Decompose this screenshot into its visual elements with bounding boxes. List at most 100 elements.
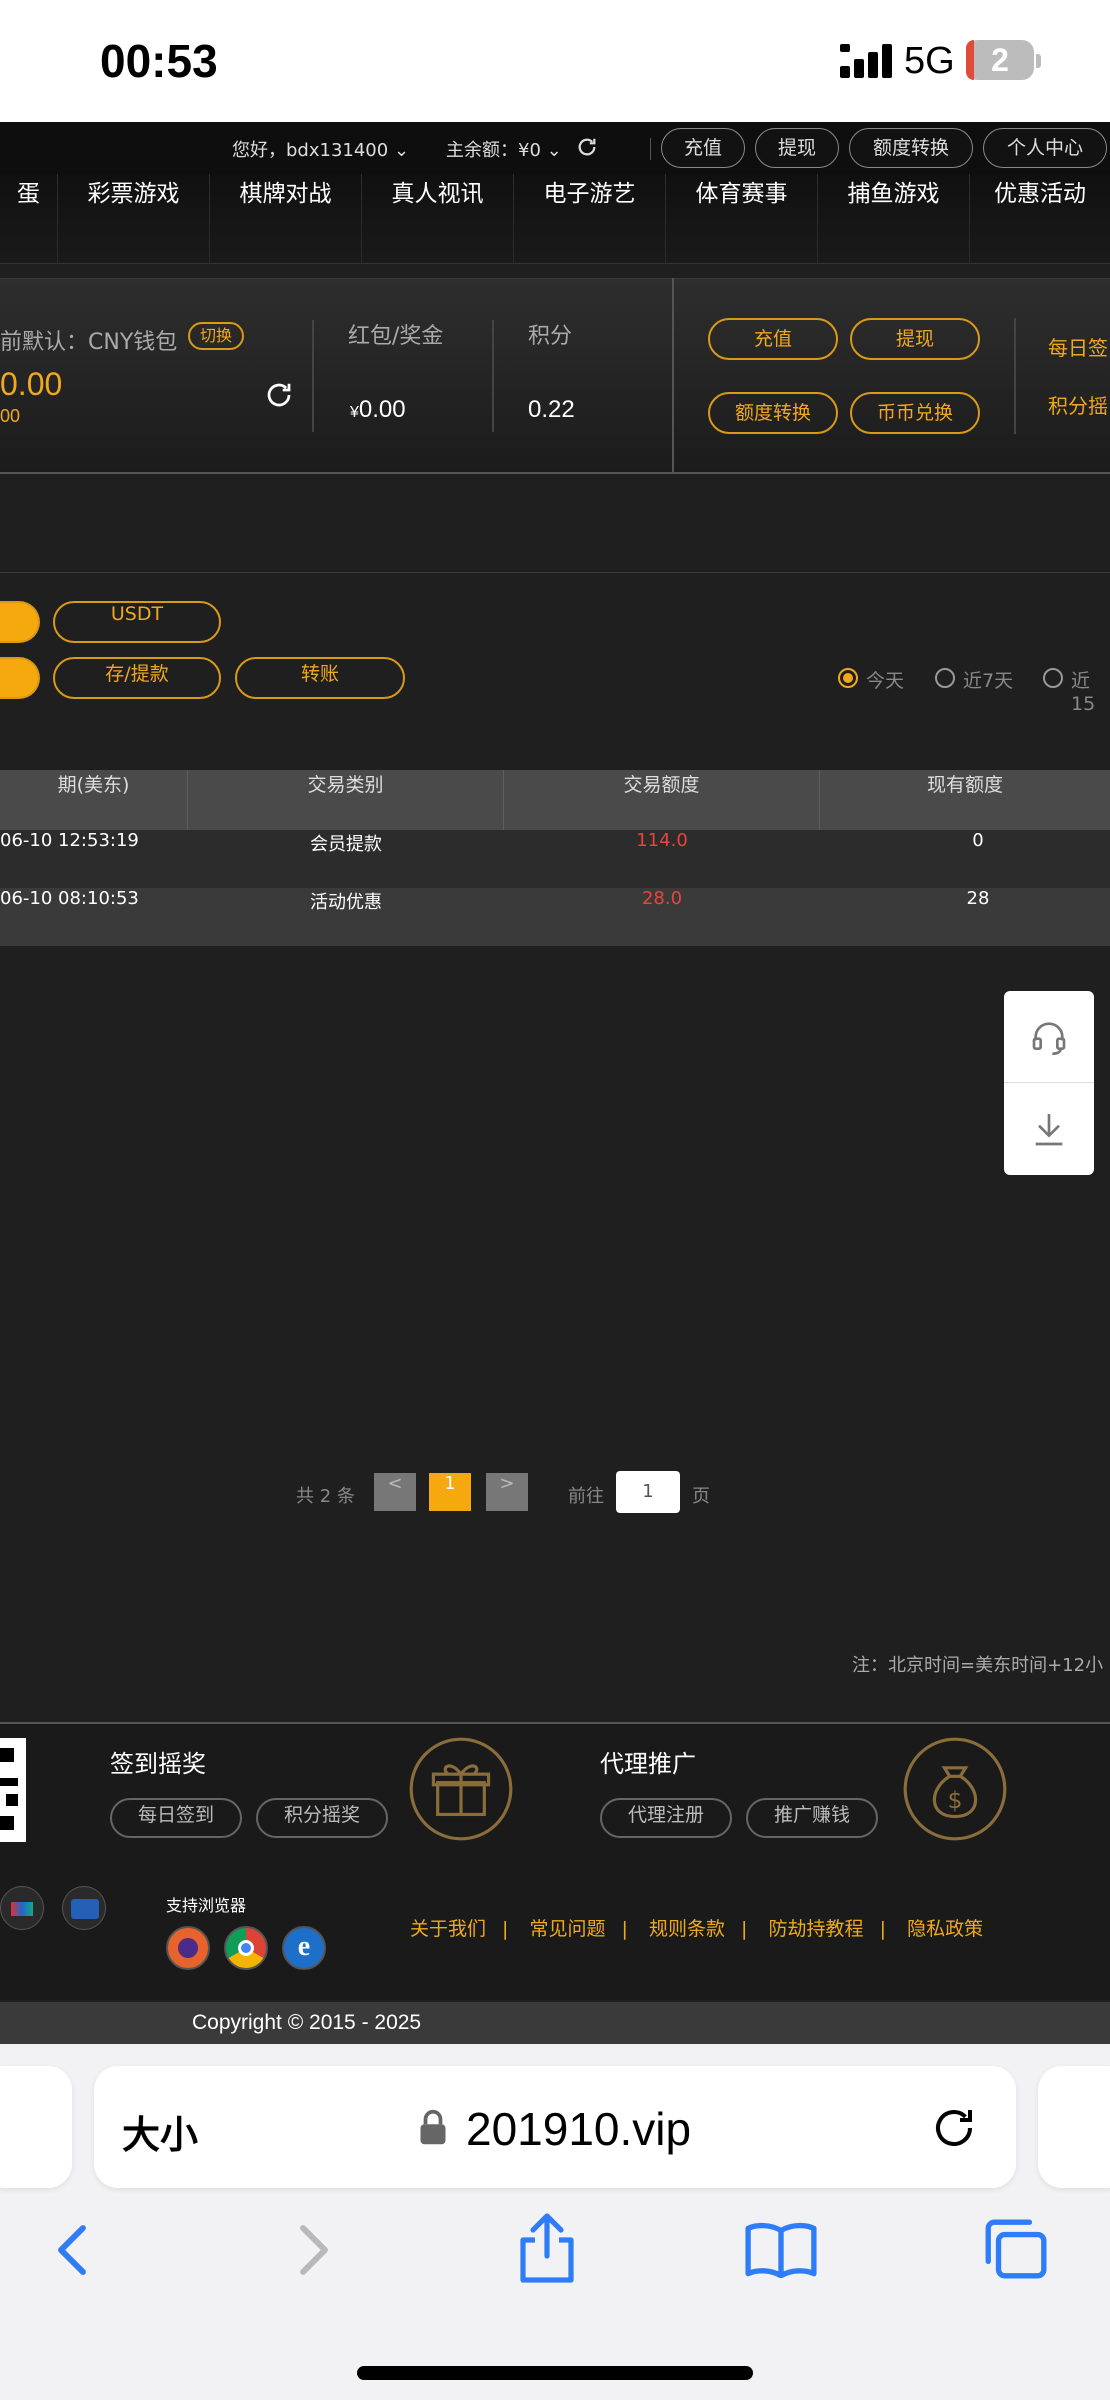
share-icon[interactable] (516, 2212, 578, 2284)
battery-icon: 2 (966, 40, 1034, 80)
reload-icon[interactable] (930, 2104, 978, 2152)
privacy-link[interactable]: 隐私政策 (907, 1918, 983, 1940)
signal-icon (840, 44, 892, 78)
chrome-icon (224, 1926, 268, 1970)
wallet-sub-amount: 00 (0, 406, 21, 426)
wallet-panel (0, 278, 1110, 474)
withdraw-button[interactable]: 提现 (755, 128, 839, 168)
range-15days-label: 近15 (1071, 670, 1096, 715)
copyright-bar: Copyright © 2015 - 2025 (0, 2002, 1110, 2044)
row-balance: 28 (966, 888, 990, 909)
refresh-icon[interactable] (264, 380, 294, 410)
nav-item-promotions[interactable]: 优惠活动 (970, 174, 1110, 264)
wallet-withdraw-button[interactable]: 提现 (850, 318, 980, 360)
wallet-transfer-button[interactable]: 额度转换 (708, 392, 838, 434)
filter-selected[interactable] (0, 657, 40, 699)
text-size-button[interactable]: 大小 (122, 2104, 198, 2159)
qr-code[interactable] (0, 1738, 26, 1842)
bookmarks-icon[interactable] (744, 2220, 818, 2278)
divider (312, 320, 314, 432)
divider (0, 572, 1110, 573)
nav-item-live[interactable]: 真人视讯 (362, 174, 514, 264)
transfer-button[interactable]: 额度转换 (849, 128, 973, 168)
range-7days-label: 近7天 (963, 670, 1014, 692)
col-type: 交易类别 (188, 770, 504, 830)
next-page-button[interactable]: > (486, 1473, 528, 1511)
col-date: 期(美东) (0, 770, 188, 830)
balance-text: 主余额：¥0 (446, 140, 541, 161)
current-page[interactable]: 1 (429, 1473, 471, 1511)
red-packet-amount: 0.00 (358, 396, 406, 423)
promote-earn-button[interactable]: 推广赚钱 (746, 1798, 878, 1838)
status-time: 00:53 (100, 35, 218, 87)
range-today-radio[interactable] (838, 668, 858, 688)
refresh-icon[interactable] (576, 136, 598, 158)
daily-sign-link[interactable]: 每日签 (1048, 332, 1108, 361)
goto-page-input[interactable]: 1 (616, 1471, 680, 1513)
coin-exchange-button[interactable]: 币币兑换 (850, 392, 980, 434)
anti-hijack-link[interactable]: 防劫持教程 (769, 1918, 864, 1940)
daily-sign-button[interactable]: 每日签到 (110, 1798, 242, 1838)
row-amount: 114.0 (636, 830, 688, 851)
unionpay-icon (0, 1886, 44, 1930)
page-suffix: 页 (692, 1486, 710, 1507)
faq-link[interactable]: 常见问题 (530, 1918, 606, 1940)
about-us-link[interactable]: 关于我们 (410, 1918, 486, 1940)
nav-item-sports[interactable]: 体育赛事 (666, 174, 818, 264)
prev-page-button[interactable]: < (374, 1473, 416, 1511)
nav-item-lottery[interactable]: 彩票游戏 (58, 174, 210, 264)
table-row: 06-10 12:53:19 会员提款 114.0 0 (0, 830, 1110, 888)
svg-text:$: $ (948, 1787, 963, 1814)
gift-icon (409, 1737, 513, 1841)
nav-item-fishing[interactable]: 捕鱼游戏 (818, 174, 970, 264)
ie-icon: e (282, 1926, 326, 1970)
row-balance: 0 (972, 830, 984, 851)
row-date: 06-10 08:10:53 (0, 888, 139, 909)
range-7days-radio[interactable] (935, 668, 955, 688)
agent-register-button[interactable]: 代理注册 (600, 1798, 732, 1838)
range-today-label: 今天 (866, 670, 905, 692)
back-icon[interactable] (50, 2220, 94, 2280)
divider (672, 278, 674, 474)
points-value: 0.22 (528, 396, 575, 423)
agent-promo-title: 代理推广 (600, 1750, 696, 1778)
download-icon[interactable] (1029, 1109, 1069, 1149)
divider (1014, 318, 1016, 434)
terms-link[interactable]: 规则条款 (649, 1918, 725, 1940)
points-label: 积分 (528, 324, 573, 349)
divider (650, 138, 651, 160)
headset-icon[interactable] (1029, 1017, 1069, 1057)
next-tab-preview[interactable] (1038, 2066, 1110, 2188)
previous-tab-preview[interactable] (0, 2066, 72, 2188)
nav-item-chess[interactable]: 棋牌对战 (210, 174, 362, 264)
row-amount: 28.0 (641, 888, 683, 909)
timezone-note: 注：北京时间=美东时间+12小 (852, 1655, 1104, 1676)
row-type: 会员提款 (310, 834, 382, 855)
filter-selected[interactable] (0, 601, 40, 643)
switch-wallet-button[interactable]: 切换 (188, 322, 245, 350)
red-packet-value: ¥0.00 (350, 396, 406, 424)
forward-icon[interactable] (292, 2220, 336, 2280)
nav-item-slots[interactable]: 电子游艺 (514, 174, 666, 264)
points-lottery-button[interactable]: 积分摇奖 (256, 1798, 388, 1838)
points-lottery-link[interactable]: 积分摇 (1048, 390, 1108, 419)
copyright-text: Copyright © 2015 - 2025 (192, 2011, 422, 2034)
profile-button[interactable]: 个人中心 (983, 128, 1107, 168)
nav-item-egg[interactable]: 蛋 (0, 174, 58, 264)
floating-widget (1004, 991, 1094, 1175)
filter-deposit-withdraw[interactable]: 存/提款 (53, 657, 221, 699)
wallet-topup-button[interactable]: 充值 (708, 318, 838, 360)
home-indicator (357, 2366, 753, 2380)
filter-transfer[interactable]: 转账 (235, 657, 405, 699)
chevron-down-icon: ⌄ (393, 140, 410, 161)
topup-button[interactable]: 充值 (661, 128, 745, 168)
tabs-icon[interactable] (980, 2216, 1050, 2282)
balance-dropdown[interactable]: 主余额：¥0 ⌄ (446, 136, 562, 162)
range-15days-radio[interactable] (1043, 668, 1063, 688)
filter-usdt[interactable]: USDT (53, 601, 221, 643)
network-type: 5G (904, 40, 955, 82)
currency-symbol: ¥ (350, 404, 359, 421)
greeting-dropdown[interactable]: 您好，bdx131400 ⌄ (232, 136, 409, 162)
battery-tip (1036, 54, 1041, 68)
chevron-down-icon: ⌄ (546, 140, 562, 161)
